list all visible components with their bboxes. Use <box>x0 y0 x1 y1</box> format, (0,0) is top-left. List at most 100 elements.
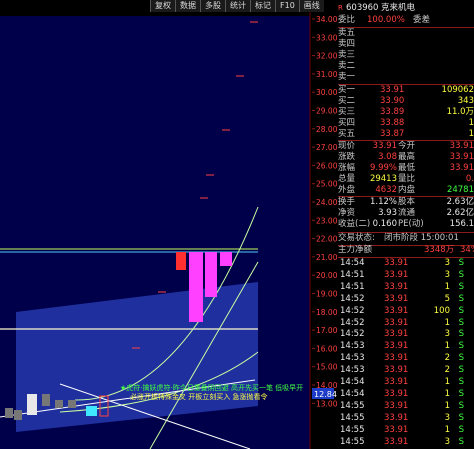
tick-time: 14:51 <box>340 269 365 280</box>
toolbar-button[interactable]: 统计 <box>225 0 250 12</box>
tick-time: 14:52 <box>340 317 365 328</box>
buy-level-price: 33.87 <box>380 129 405 139</box>
toolbar-button[interactable]: 数据 <box>175 0 200 12</box>
tick-time: 14:55 <box>340 424 365 435</box>
tick-volume: 1 <box>444 424 450 435</box>
trade-tick-row: 14:55 33.91 3 S <box>338 437 474 448</box>
buy-level-volume: 1 <box>468 129 474 139</box>
trade-tick-row: 14:54 33.91 3 S <box>338 258 474 269</box>
tick-price: 33.91 <box>384 388 409 399</box>
tick-time: 14:52 <box>340 329 365 340</box>
sell-level-label: 卖一 <box>338 72 356 82</box>
tick-volume: 3 <box>444 258 450 268</box>
tick-price: 33.91 <box>384 258 409 268</box>
fundamental-row: 收益(二) 0.160 PE(动) 156.1 <box>338 219 474 230</box>
tick-volume: 5 <box>444 293 450 304</box>
tick-direction: S <box>458 281 464 292</box>
axis-tick-label: 19.00 <box>316 290 338 299</box>
axis-tick-label: 30.00 <box>316 88 338 97</box>
axis-tick-label: 34.00 <box>316 15 338 24</box>
tick-time: 14:52 <box>340 293 365 304</box>
toolbar-button[interactable]: 复权 <box>150 0 175 12</box>
quote-row: 总量 29413 量比 0. <box>338 174 474 185</box>
tick-price: 33.91 <box>384 341 409 352</box>
buy-level-price: 33.88 <box>380 118 405 128</box>
tick-price: 33.91 <box>384 436 409 447</box>
fundamental-value: 1.12% <box>369 197 397 207</box>
candle-bearish <box>42 394 50 406</box>
buy-level-label: 买一 <box>338 85 356 95</box>
candle-limit-up <box>220 252 232 266</box>
quote-label: 涨跌 <box>338 152 356 162</box>
quote-row: 外盘 4632 内盘 24781 <box>338 185 474 196</box>
fundamental-value: 156.1 <box>449 219 474 229</box>
tick-volume: 1 <box>444 341 450 352</box>
quote-row: 涨跌 3.08 最高 33.91 <box>338 152 474 163</box>
tick-direction: S <box>458 377 464 387</box>
axis-tick-label: 16.00 <box>316 344 338 353</box>
weibi-value: 100.00% <box>367 15 405 25</box>
net-flow-pct: 34% <box>460 245 474 255</box>
tick-price: 33.91 <box>384 293 409 304</box>
axis-tick-label: 23.00 <box>316 216 338 225</box>
toolbar: 复权 数据 多股 统计 标记 F10 画线 <box>150 0 324 12</box>
tick-direction: S <box>458 269 464 280</box>
tick-direction: S <box>458 341 464 352</box>
quote-label: 内盘 <box>398 185 416 195</box>
sell-level-row: 卖三 <box>338 50 474 61</box>
tick-direction: S <box>458 436 464 447</box>
trade-tick-row: 14:52 33.91 1 S <box>338 318 474 329</box>
quote-value: 24781 <box>446 185 474 195</box>
tick-direction: S <box>458 329 464 340</box>
quote-label: 最高 <box>398 152 416 162</box>
tick-time: 14:53 <box>340 365 365 376</box>
weibi-label: 委比 <box>338 15 356 25</box>
buy-level-row: 买四 33.88 1 <box>338 118 474 129</box>
candle-bullish <box>176 252 186 270</box>
axis-tick-label: 25.00 <box>316 180 338 189</box>
kline-chart[interactable]: ★虎符·擒妖虎符·昨今日重叠阴回避 高开先买一笔 低吸早开 必涨开板特殊金叉 开… <box>0 12 312 449</box>
buy-level-volume: 11.0万 <box>446 107 474 117</box>
fundamental-label: PE(动) <box>398 219 424 229</box>
tick-price: 33.91 <box>384 424 409 435</box>
trade-tick-row: 14:51 33.91 3 S <box>338 270 474 281</box>
toolbar-button[interactable]: 标记 <box>250 0 275 12</box>
tick-price: 33.91 <box>384 317 409 328</box>
candle-limit-up <box>189 252 203 322</box>
tick-volume: 3 <box>444 269 450 280</box>
axis-tick-label: 33.00 <box>316 33 338 42</box>
net-flow-label: 主力净额 <box>338 245 373 255</box>
candle-cyan <box>86 406 97 416</box>
tick-volume: 100 <box>433 305 450 316</box>
trade-tick-row: 14:53 33.91 1 S <box>338 341 474 352</box>
tick-price: 33.91 <box>384 400 409 411</box>
sell-level-row: 卖一 <box>338 72 474 83</box>
axis-tick-label: 13.00 <box>316 399 338 408</box>
tick-direction: S <box>458 365 464 376</box>
tick-volume: 3 <box>444 412 450 423</box>
axis-tick-label: 29.00 <box>316 107 338 116</box>
fundamental-label: 流通 <box>398 208 416 218</box>
trade-status-value: 闭市阶段 15:00:01 <box>384 233 459 243</box>
trade-tick-row: 14:55 33.91 1 S <box>338 425 474 436</box>
stock-header[interactable]: R 603960 克来机电 <box>338 3 474 14</box>
tick-price: 33.91 <box>384 269 409 280</box>
quote-label: 外盘 <box>338 185 356 195</box>
tick-volume: 1 <box>444 377 450 387</box>
trade-tick-row: 14:53 33.91 2 S <box>338 365 474 376</box>
tick-volume: 3 <box>444 436 450 447</box>
chart-annotation-1: ★虎符·擒妖虎符·昨今日重叠阴回避 高开先买一笔 低吸早开 <box>120 383 303 392</box>
fundamental-value: 3.93 <box>378 208 397 218</box>
tick-direction: S <box>458 317 464 328</box>
quote-label: 最低 <box>398 163 416 173</box>
toolbar-button[interactable]: F10 <box>275 0 299 12</box>
quote-label: 今开 <box>398 141 416 151</box>
buy-level-volume: 343 <box>457 96 474 106</box>
buy-level-label: 买五 <box>338 129 356 139</box>
tick-volume: 1 <box>444 388 450 399</box>
axis-tick-label: 32.00 <box>316 52 338 61</box>
toolbar-button[interactable]: 多股 <box>200 0 225 12</box>
tick-time: 14:51 <box>340 281 365 292</box>
buy-level-label: 买三 <box>338 107 356 117</box>
tick-price: 33.91 <box>384 353 409 364</box>
